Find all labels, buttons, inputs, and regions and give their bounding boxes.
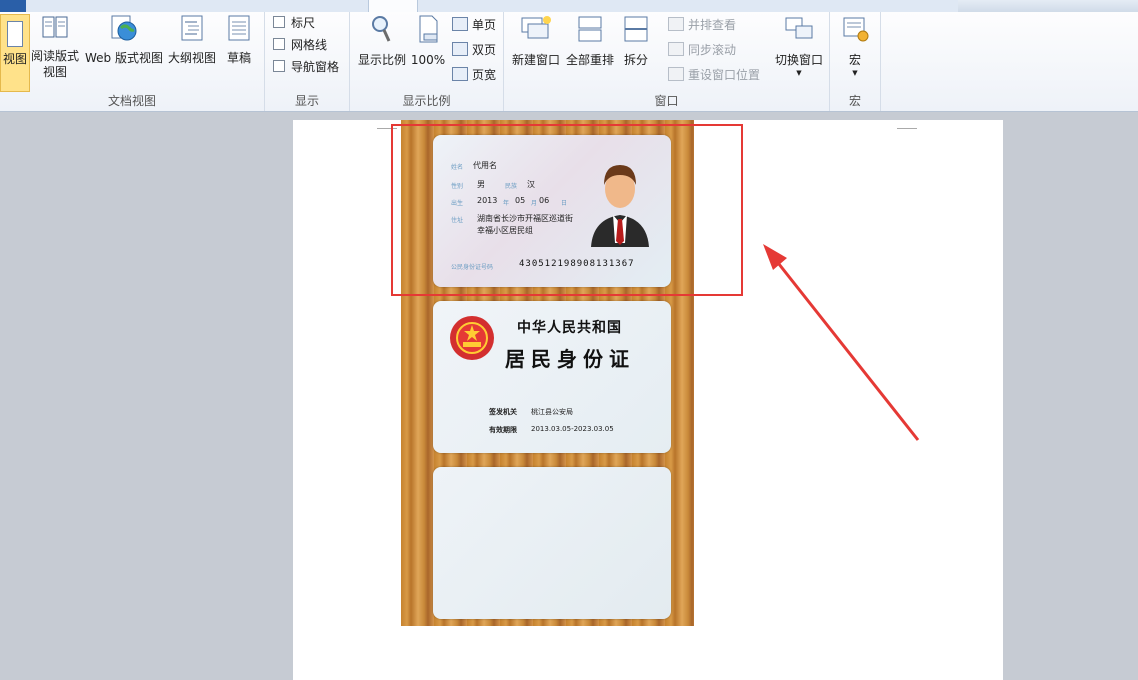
two-pages-label: 双页 [472,43,497,57]
checkbox-icon [273,60,285,72]
document-area[interactable]: 姓名 代用名 性别 男 民族 汉 出生 2013 年 05 月 06 日 住址 … [0,112,1138,680]
switch-windows-button[interactable]: 切换窗口 ▼ [772,14,826,78]
two-pages-icon [452,42,468,56]
window-controls-area [958,0,1138,12]
ruler-checkbox[interactable]: 标尺 [273,14,315,32]
chevron-down-icon: ▼ [852,69,858,77]
web-layout-button[interactable]: Web 版式视图 [82,14,166,66]
group-macros: 宏 ▼ 宏 [830,12,881,111]
gridlines-checkbox[interactable]: 网格线 [273,36,327,54]
page-width-label: 页宽 [472,68,497,82]
annotation-arrow [763,244,920,441]
one-page-label: 单页 [472,18,497,32]
draft-view-button[interactable]: 草稿 [220,14,258,66]
margin-marker-right [897,120,917,129]
arrange-all-label: 全部重排 [565,53,614,67]
globe-icon [82,14,166,46]
reading-layout-label: 阅读版式 视图 [30,49,79,79]
arrange-all-icon [564,14,616,48]
new-window-label: 新建窗口 [511,53,560,67]
sync-scroll-button[interactable]: 同步滚动 [668,41,736,59]
side-by-side-button[interactable]: 并排查看 [668,16,736,34]
group-label-macros: 宏 [848,94,861,108]
national-emblem-icon [447,313,497,368]
tab-file[interactable] [0,0,26,12]
id-title-card: 居民身份证 [505,347,635,371]
macro-icon [836,14,874,48]
draft-icon [220,14,258,46]
zoom-100-label: 100% [410,53,446,67]
switch-windows-icon [772,14,826,48]
split-button[interactable]: 拆分 [616,14,656,68]
outline-icon [166,14,218,46]
document-page[interactable]: 姓名 代用名 性别 男 民族 汉 出生 2013 年 05 月 06 日 住址 … [293,120,1003,680]
ribbon: 视图 阅读版式 视图 Web 版式视图 大纲视图 草稿 文档视图 标尺 网格线 … [0,12,1138,112]
id-card-back: 中华人民共和国 居民身份证 签发机关 桃江县公安局 有效期限 2013.03.0… [433,301,671,453]
chevron-down-icon: ▼ [796,69,802,77]
page-width-button[interactable]: 页宽 [452,66,496,84]
checkbox-icon [273,38,285,50]
sync-scroll-label: 同步滚动 [688,43,737,57]
magnifier-icon [354,14,410,48]
page-100-icon [410,14,446,48]
macros-button[interactable]: 宏 ▼ [836,14,874,78]
page-view-icon [7,21,23,47]
arrange-all-button[interactable]: 全部重排 [564,14,616,68]
macros-label: 宏 [848,53,861,67]
checkbox-icon [273,16,285,28]
validity-label: 有效期限 [489,426,517,434]
one-page-button[interactable]: 单页 [452,16,496,34]
group-label-window: 窗口 [654,94,679,108]
new-window-button[interactable]: 新建窗口 [508,14,564,68]
page-layout-view-button[interactable]: 视图 [0,14,30,92]
outline-view-button[interactable]: 大纲视图 [166,14,218,66]
group-document-views: 视图 阅读版式 视图 Web 版式视图 大纲视图 草稿 文档视图 [0,12,265,111]
reset-position-button[interactable]: 重设窗口位置 [668,66,760,84]
authority-value: 桃江县公安局 [531,408,573,416]
nav-pane-checkbox[interactable]: 导航窗格 [273,58,339,76]
validity-value: 2013.03.05-2023.03.05 [531,425,614,433]
side-by-side-icon [668,17,684,31]
page-width-icon [452,67,468,81]
outline-view-label: 大纲视图 [167,51,216,65]
group-window: 新建窗口 全部重排 拆分 并排查看 同步滚动 重设窗口位置 切换窗口 ▼ 窗口 [504,12,830,111]
two-pages-button[interactable]: 双页 [452,41,496,59]
split-icon [616,14,656,48]
draft-view-label: 草稿 [226,51,251,65]
reset-position-label: 重设窗口位置 [688,68,761,82]
ruler-label: 标尺 [291,16,316,30]
zoom-100-button[interactable]: 100% [410,14,446,68]
side-by-side-label: 并排查看 [688,18,737,32]
page-view-label: 视图 [2,52,27,66]
gridlines-label: 网格线 [291,38,328,52]
one-page-icon [452,17,468,31]
blank-card [433,467,671,619]
nav-pane-label: 导航窗格 [291,60,340,74]
highlight-rectangle [391,124,743,296]
sync-scroll-icon [668,42,684,56]
group-zoom: 显示比例 100% 单页 双页 页宽 显示比例 [350,12,504,111]
group-show: 标尺 网格线 导航窗格 显示 [265,12,350,111]
group-label-document-views: 文档视图 [107,94,156,108]
zoom-button[interactable]: 显示比例 [354,14,410,68]
authority-label: 签发机关 [489,408,517,416]
new-window-icon [508,14,564,48]
group-label-zoom: 显示比例 [402,94,451,108]
reset-position-icon [668,67,684,81]
reading-layout-button[interactable]: 阅读版式 视图 [30,14,80,80]
id-title-country: 中华人民共和国 [517,320,622,336]
split-label: 拆分 [623,53,648,67]
web-layout-label: Web 版式视图 [85,51,163,65]
group-label-show: 显示 [294,94,319,108]
book-icon [30,14,80,44]
switch-windows-label: 切换窗口 [774,53,823,67]
zoom-label: 显示比例 [357,53,406,67]
